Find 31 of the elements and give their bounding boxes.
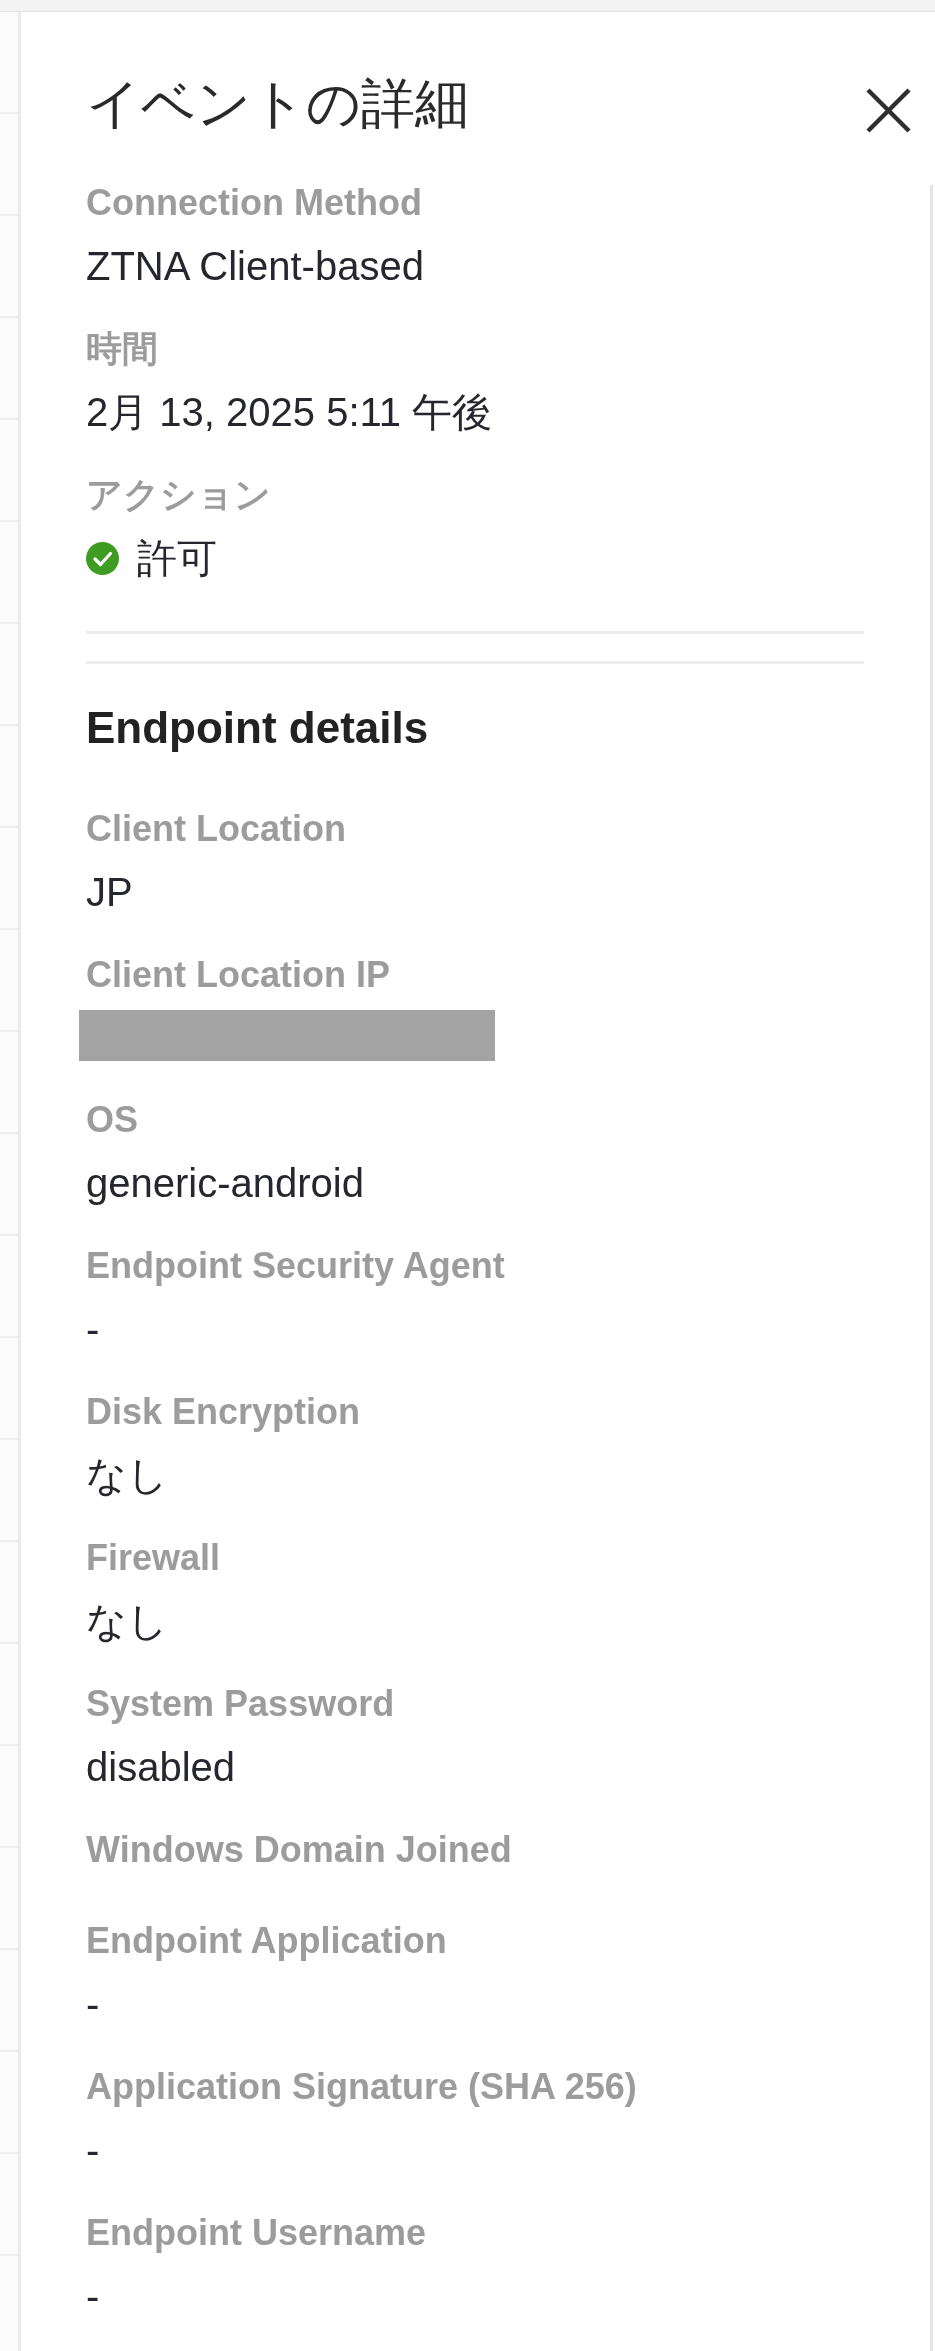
field-label: Endpoint Username: [86, 2211, 428, 2255]
field-label: Windows Domain Joined: [86, 1828, 513, 1872]
field-value: -: [86, 2127, 101, 2174]
field-value: なし: [86, 1598, 169, 1645]
field-value: disabled: [86, 1744, 236, 1791]
field-label: Endpoint Application: [86, 1919, 448, 1963]
field-value: -: [86, 2273, 101, 2320]
field-label: Connection Method: [86, 181, 423, 225]
field-value: ZTNA Client-based: [86, 243, 425, 290]
field-label: Client Location IP: [86, 953, 391, 997]
field-label: Application Signature (SHA 256): [86, 2065, 638, 2109]
field-label: Disk Encryption: [86, 1390, 362, 1434]
check-circle-icon: [86, 541, 119, 575]
field-label: Endpoint Security Agent: [86, 1244, 506, 1288]
field-label: Firewall: [86, 1536, 222, 1580]
field-label: アクション: [86, 473, 272, 517]
field-label: Client Location: [86, 807, 347, 851]
field-value: -: [86, 1306, 101, 1353]
field-value: なし: [86, 1452, 169, 1499]
field-value: 2月 13, 2025 5:11 午後: [86, 389, 494, 436]
field-label: 時間: [86, 327, 159, 371]
field-label: OS: [86, 1098, 139, 1142]
close-icon: [866, 88, 911, 133]
field-value: JP: [86, 869, 134, 916]
section-heading: Endpoint details: [86, 702, 430, 754]
close-button[interactable]: [866, 88, 911, 133]
field-value: -: [86, 1981, 101, 2028]
field-value: 許可: [137, 535, 217, 582]
field-label: System Password: [86, 1682, 396, 1726]
field-value: generic-android: [86, 1160, 365, 1207]
panel-title: イベントの詳細: [86, 72, 469, 135]
